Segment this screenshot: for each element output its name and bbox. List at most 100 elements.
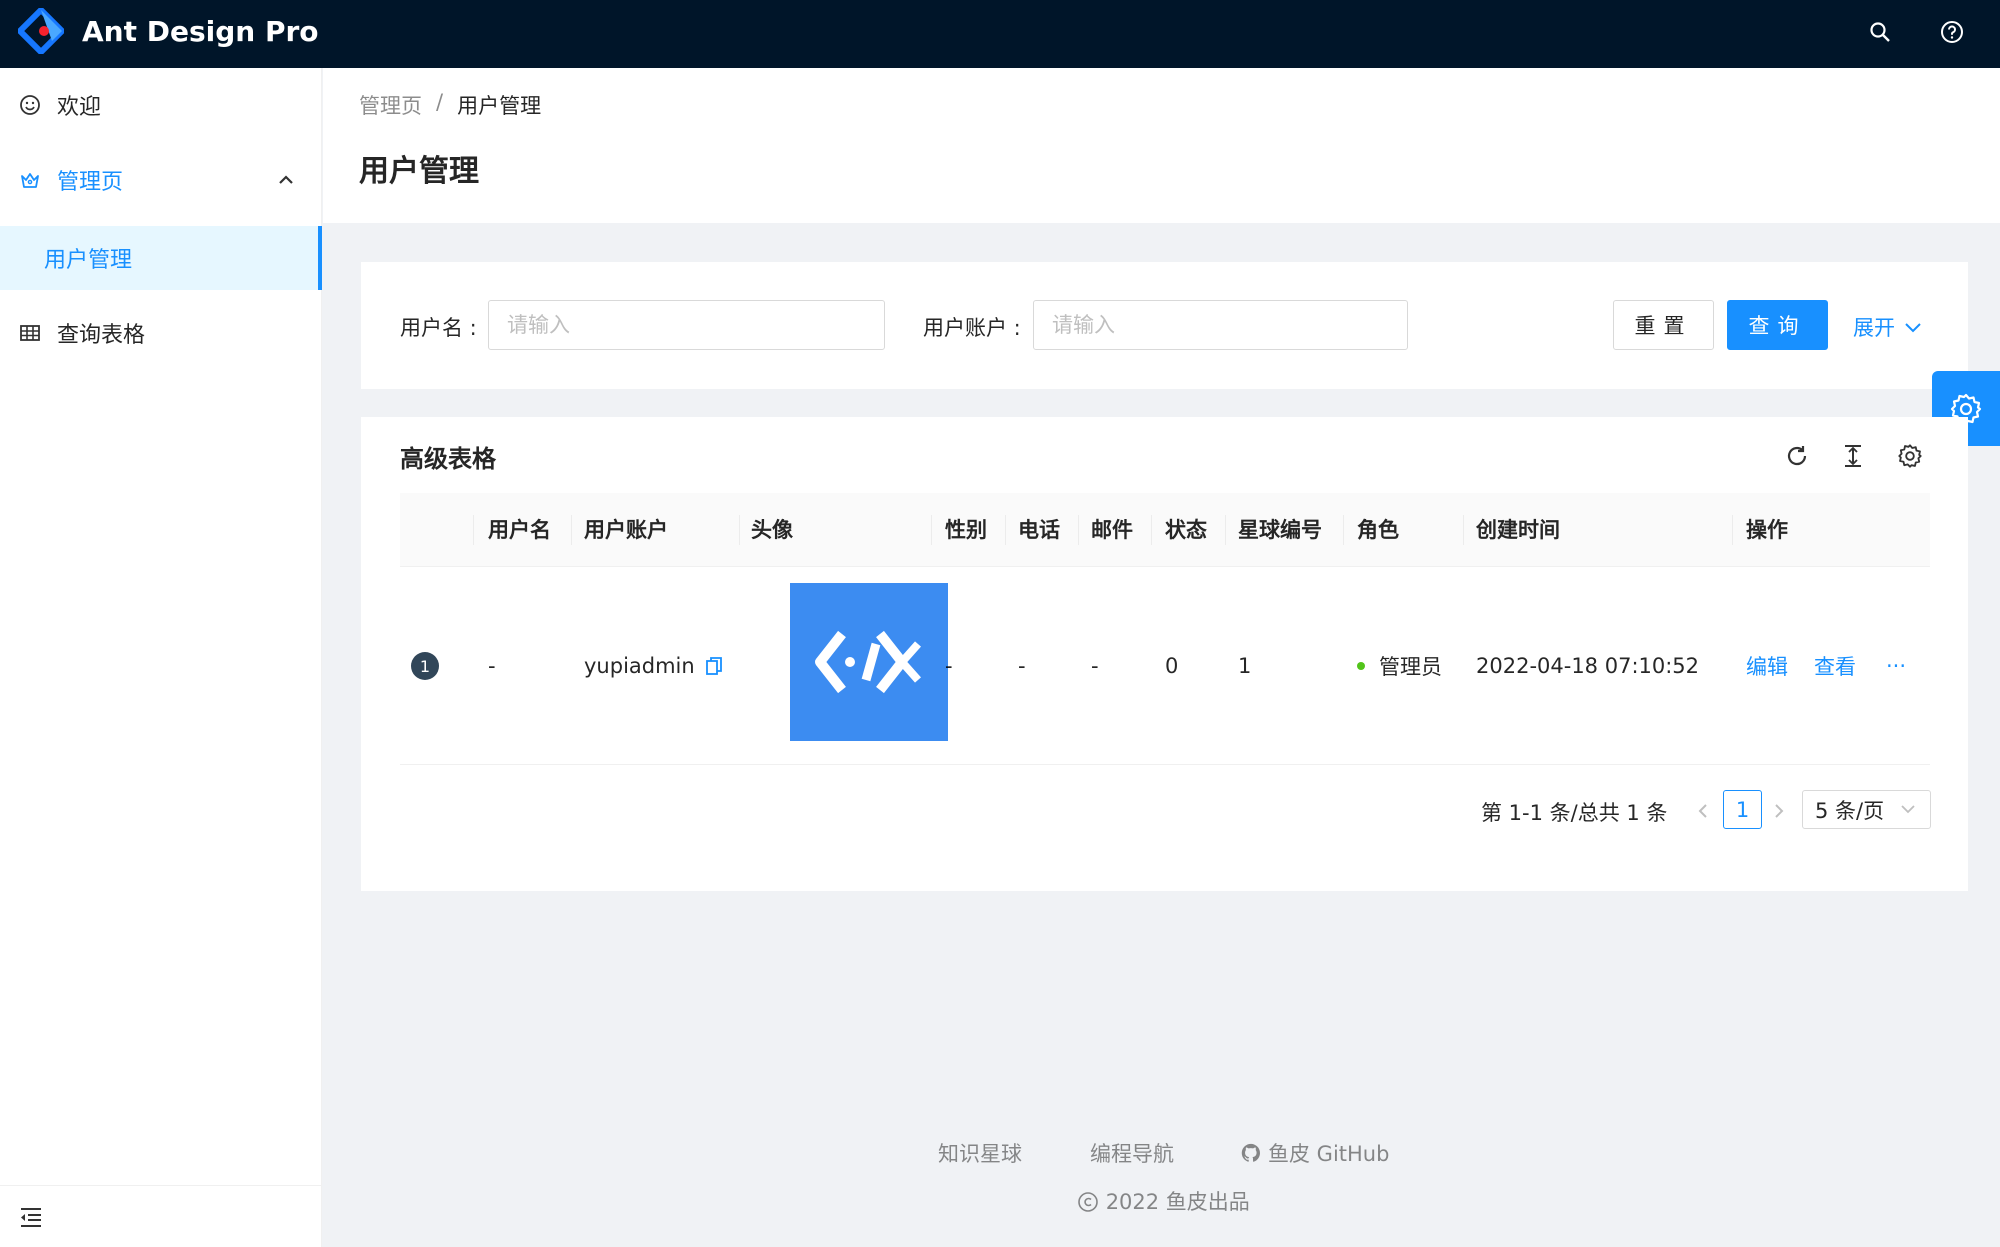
- column-divider: [1151, 515, 1152, 545]
- pagination-page-1[interactable]: 1: [1723, 790, 1762, 829]
- expand-toggle[interactable]: 展开: [1853, 312, 1923, 342]
- breadcrumb-separator: /: [436, 90, 444, 114]
- column-divider: [931, 515, 932, 545]
- column-header[interactable]: 角色: [1357, 493, 1399, 567]
- column-header[interactable]: 状态: [1165, 493, 1207, 567]
- sidebar-item-user-management[interactable]: 用户管理: [0, 226, 322, 290]
- column-divider: [473, 515, 474, 545]
- smile-icon: [18, 93, 42, 117]
- actions-cell: 编辑 查看 ···: [1746, 567, 1906, 765]
- column-header[interactable]: 用户账户: [584, 493, 668, 567]
- setting-icon[interactable]: [1895, 441, 1925, 471]
- email-cell: -: [1091, 654, 1099, 678]
- created-at-cell: 2022-04-18 07:10:52: [1476, 654, 1700, 678]
- column-divider: [1463, 515, 1464, 545]
- account-input[interactable]: [1033, 300, 1408, 350]
- sidebar-footer: [0, 1185, 322, 1247]
- column-header[interactable]: 邮件: [1091, 493, 1133, 567]
- column-divider: [571, 515, 572, 545]
- reset-button[interactable]: 重置: [1613, 300, 1714, 350]
- code-logo-icon: [815, 630, 921, 694]
- column-divider: [1005, 515, 1006, 545]
- column-header[interactable]: 电话: [1018, 493, 1060, 567]
- username-label: 用户名 :: [400, 316, 477, 340]
- column-header[interactable]: 星球编号: [1238, 493, 1322, 567]
- row-index-badge: 1: [411, 652, 439, 680]
- footer-link-github[interactable]: 鱼皮 GitHub: [1240, 1138, 1389, 1168]
- chevron-up-icon[interactable]: [276, 170, 296, 190]
- pagination-next-button[interactable]: [1764, 796, 1794, 826]
- gender-cell: -: [945, 654, 953, 678]
- github-icon: [1241, 1143, 1260, 1162]
- column-divider: [1078, 515, 1079, 545]
- crown-icon: [18, 168, 42, 192]
- planet-code-cell: 1: [1238, 654, 1252, 678]
- table-icon: [18, 321, 42, 345]
- column-divider: [1732, 515, 1733, 545]
- chevron-down-icon: [1905, 323, 1921, 333]
- page-size-select[interactable]: 5 条/页: [1802, 790, 1931, 829]
- sidebar-item-label: 查询表格: [57, 323, 146, 348]
- phone-cell: -: [1018, 654, 1026, 678]
- chevron-down-icon: [1901, 805, 1915, 814]
- menu-fold-icon[interactable]: [18, 1204, 44, 1230]
- edit-link[interactable]: 编辑: [1746, 651, 1788, 681]
- copyright-text: 2022 鱼皮出品: [1105, 1190, 1250, 1214]
- pagination-prev-button[interactable]: [1688, 796, 1718, 826]
- footer-link-label: 鱼皮 GitHub: [1268, 1142, 1390, 1166]
- username-input[interactable]: [488, 300, 885, 350]
- row-index-cell: 1: [411, 567, 439, 765]
- sidebar-item-query-table[interactable]: 查询表格: [0, 301, 322, 365]
- copyright: 2022 鱼皮出品: [1077, 1186, 1250, 1216]
- view-link[interactable]: 查看: [1814, 651, 1856, 681]
- footer-link-knowledge-planet[interactable]: 知识星球: [938, 1138, 1022, 1168]
- breadcrumb-link-admin[interactable]: 管理页: [359, 90, 422, 120]
- column-header: 操作: [1746, 518, 1788, 542]
- table-title: 高级表格: [400, 445, 496, 473]
- sidebar-item-admin[interactable]: 管理页: [0, 148, 322, 212]
- footer-link-coding-nav[interactable]: 编程导航: [1090, 1138, 1174, 1168]
- role-cell: 管理员: [1357, 567, 1442, 765]
- chevron-right-icon: [1775, 804, 1784, 818]
- search-icon[interactable]: [1865, 17, 1895, 47]
- column-header[interactable]: 性别: [945, 493, 987, 567]
- account-cell: yupiadmin: [584, 567, 725, 765]
- reload-icon[interactable]: [1782, 441, 1812, 471]
- sidebar: 欢迎 管理页 用户管理 查询表格: [0, 68, 322, 1247]
- sidebar-item-label: 欢迎: [57, 95, 102, 120]
- page-size-value: 5 条/页: [1815, 798, 1885, 823]
- pagination-total: 第 1-1 条/总共 1 条: [1481, 801, 1668, 825]
- status-dot: [1357, 662, 1365, 670]
- page-title: 用户管理: [359, 154, 479, 189]
- query-button[interactable]: 查询: [1727, 300, 1828, 350]
- sidebar-item-label: 管理页: [57, 170, 124, 195]
- role-text: 管理员: [1379, 655, 1442, 679]
- table-card: 高级表格 用户名 用户账户 头像 性别 电话 邮件 状态 星球编号 角色 创建时…: [361, 417, 1968, 891]
- global-header: Ant Design Pro: [0, 0, 2000, 68]
- column-header[interactable]: 创建时间: [1476, 493, 1560, 567]
- chevron-left-icon: [1698, 804, 1707, 818]
- avatar-image[interactable]: [790, 583, 948, 741]
- question-circle-icon[interactable]: [1937, 17, 1967, 47]
- ant-design-logo[interactable]: [18, 8, 64, 54]
- breadcrumb-current: 用户管理: [457, 94, 542, 118]
- copy-icon[interactable]: [703, 655, 725, 677]
- table-row: 1 - yupiadmin - - - 0 1 管理员 2022-04-18 0…: [400, 567, 1930, 765]
- column-divider: [1343, 515, 1344, 545]
- column-header[interactable]: 头像: [751, 493, 793, 567]
- sidebar-item-label: 用户管理: [44, 248, 133, 273]
- sidebar-item-welcome[interactable]: 欢迎: [0, 73, 322, 137]
- username-cell: -: [488, 654, 496, 678]
- app-title: Ant Design Pro: [82, 15, 319, 48]
- search-form: 用户名 : 用户账户 : 重置 查询 展开: [361, 262, 1968, 389]
- copyright-icon: [1078, 1192, 1098, 1212]
- account-text: yupiadmin: [584, 654, 695, 678]
- column-divider: [739, 515, 740, 545]
- expand-label: 展开: [1853, 316, 1895, 340]
- table-header: 用户名 用户账户 头像 性别 电话 邮件 状态 星球编号 角色 创建时间 操作: [400, 493, 1930, 567]
- more-actions-button[interactable]: ···: [1886, 654, 1906, 678]
- status-cell: 0: [1165, 654, 1179, 678]
- account-label: 用户账户 :: [923, 316, 1021, 340]
- column-header[interactable]: 用户名: [488, 493, 551, 567]
- column-height-icon[interactable]: [1838, 441, 1868, 471]
